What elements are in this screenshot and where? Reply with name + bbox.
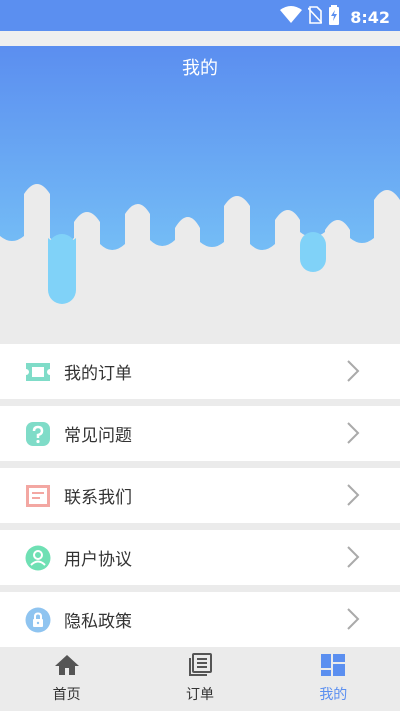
menu-label: 用户协议 — [64, 550, 132, 570]
menu-item-privacy-policy[interactable]: 隐私政策 — [0, 592, 400, 647]
header-gap — [0, 31, 400, 46]
battery-charging-icon — [328, 5, 340, 29]
message-icon — [25, 483, 51, 509]
wifi-icon — [280, 6, 303, 28]
tab-home[interactable]: 首页 — [0, 648, 133, 711]
status-bar: 8:42 — [0, 0, 400, 31]
menu-label: 常见问题 — [64, 426, 132, 446]
menu-item-faq[interactable]: 常见问题 — [0, 406, 400, 461]
tab-label: 首页 — [52, 687, 81, 703]
chevron-right-icon — [347, 360, 360, 382]
status-time: 8:42 — [350, 7, 390, 27]
chevron-right-icon — [347, 422, 360, 444]
tab-label: 我的 — [319, 687, 348, 703]
home-icon — [54, 653, 80, 681]
page-title: 我的 — [182, 58, 218, 79]
menu-item-contact[interactable]: 联系我们 — [0, 468, 400, 523]
tab-label: 订单 — [185, 687, 214, 703]
chevron-right-icon — [347, 484, 360, 506]
tab-orders[interactable]: 订单 — [133, 648, 266, 711]
menu-item-user-agreement[interactable]: 用户协议 — [0, 530, 400, 585]
menu-label: 联系我们 — [64, 488, 132, 508]
lock-icon — [25, 607, 51, 633]
list-icon — [187, 653, 213, 681]
user-icon — [25, 545, 51, 571]
chevron-right-icon — [347, 608, 360, 630]
ticket-icon — [25, 359, 51, 385]
grid-icon — [320, 653, 346, 681]
status-icons: 8:42 — [280, 5, 390, 29]
profile-hero — [0, 46, 400, 342]
chevron-right-icon — [347, 546, 360, 568]
no-sim-icon — [307, 6, 323, 28]
bottom-tab-bar: 首页 订单 我的 — [0, 648, 400, 711]
question-icon — [25, 421, 51, 447]
menu-label: 隐私政策 — [64, 612, 132, 632]
tab-mine[interactable]: 我的 — [267, 648, 400, 711]
menu-label: 我的订单 — [64, 364, 132, 384]
menu-item-orders[interactable]: 我的订单 — [0, 344, 400, 399]
